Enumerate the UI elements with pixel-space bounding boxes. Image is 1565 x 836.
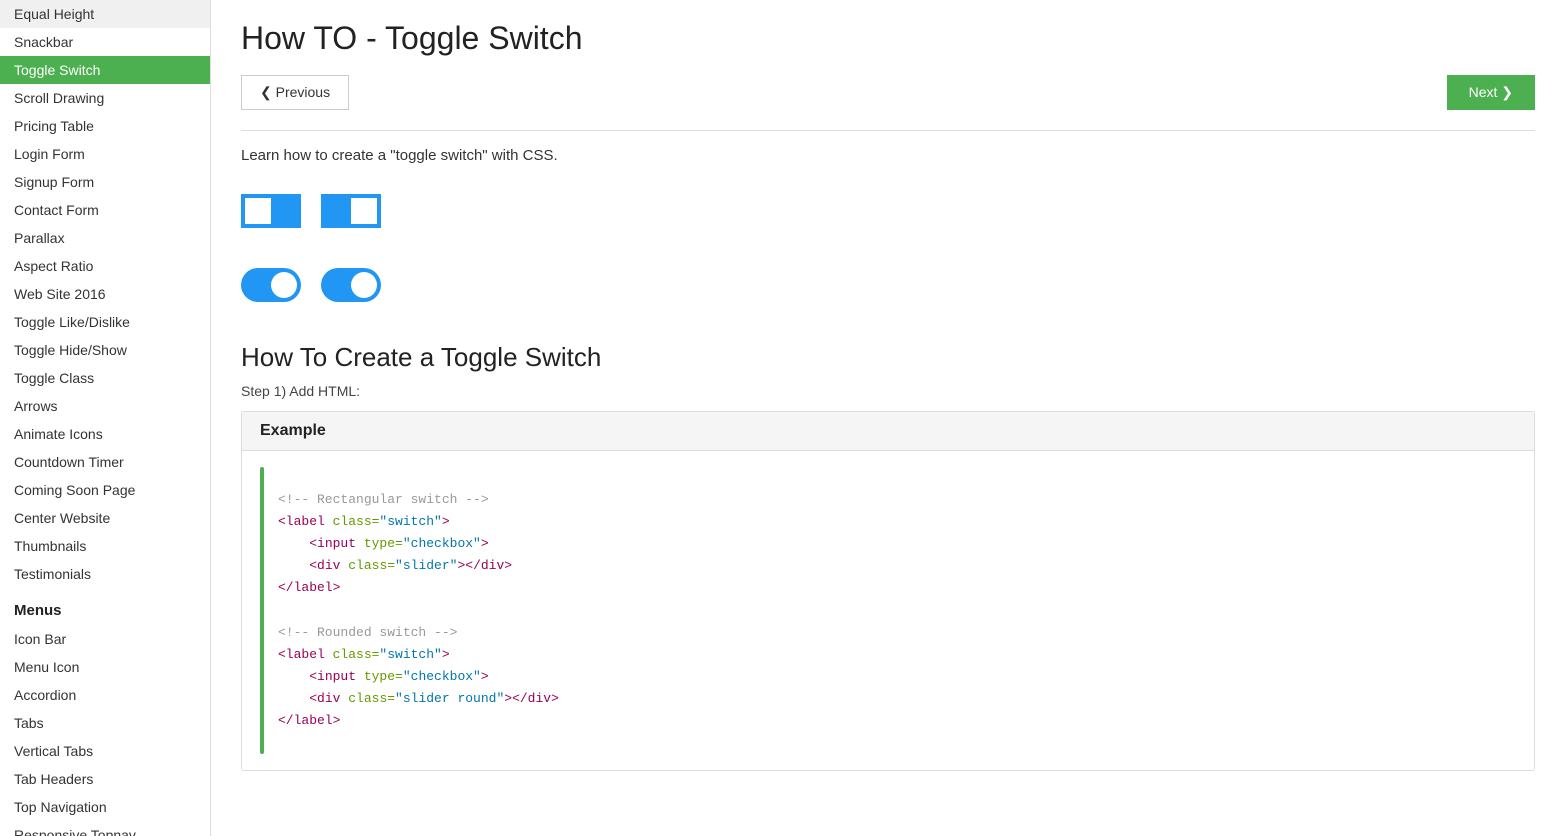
nav-buttons: ❮ Previous Next ❯ <box>241 75 1535 110</box>
sidebar-menu-item-tabs[interactable]: Tabs <box>0 709 210 737</box>
toggle-rect-on[interactable] <box>321 194 381 228</box>
example-box: Example <!-- Rectangular switch --> <lab… <box>241 411 1535 771</box>
section-title: How To Create a Toggle Switch <box>241 342 1535 373</box>
toggle-demo-area <box>241 184 1535 238</box>
code-tag-5: <label class="switch"> <box>278 647 450 662</box>
sidebar-item-contact-form[interactable]: Contact Form <box>0 196 210 224</box>
sidebar-item-aspect-ratio[interactable]: Aspect Ratio <box>0 252 210 280</box>
sidebar-menu-item-menu-icon[interactable]: Menu Icon <box>0 653 210 681</box>
sidebar-item-center-website[interactable]: Center Website <box>0 504 210 532</box>
sidebar-item-testimonials[interactable]: Testimonials <box>0 560 210 588</box>
code-tag-8: </label> <box>278 713 340 728</box>
sidebar-menu-item-top-navigation[interactable]: Top Navigation <box>0 793 210 821</box>
code-comment-1: <!-- Rectangular switch --> <box>278 492 489 507</box>
step-label: Step 1) Add HTML: <box>241 383 1535 399</box>
sidebar-item-coming-soon-page[interactable]: Coming Soon Page <box>0 476 210 504</box>
sidebar-item-pricing-table[interactable]: Pricing Table <box>0 112 210 140</box>
sidebar-items-list: Equal HeightSnackbarToggle SwitchScroll … <box>0 0 210 588</box>
code-tag-6: <input type="checkbox"> <box>309 669 488 684</box>
page-title: How TO - Toggle Switch <box>241 20 1535 57</box>
divider-1 <box>241 130 1535 131</box>
toggle-round-on2-knob <box>351 272 377 298</box>
example-body: <!-- Rectangular switch --> <label class… <box>242 451 1534 770</box>
sidebar-item-toggle-switch[interactable]: Toggle Switch <box>0 56 210 84</box>
toggle-round-demo-area <box>241 258 1535 312</box>
sidebar-item-web-site-2016[interactable]: Web Site 2016 <box>0 280 210 308</box>
code-tag-3: <div class="slider"></div> <box>309 558 512 573</box>
sidebar-item-snackbar[interactable]: Snackbar <box>0 28 210 56</box>
toggle-round-on2[interactable] <box>321 268 381 302</box>
code-block: <!-- Rectangular switch --> <label class… <box>278 467 559 754</box>
sidebar-menu-item-tab-headers[interactable]: Tab Headers <box>0 765 210 793</box>
sidebar-item-arrows[interactable]: Arrows <box>0 392 210 420</box>
sidebar-item-countdown-timer[interactable]: Countdown Timer <box>0 448 210 476</box>
toggle-round-on[interactable] <box>241 268 301 302</box>
menus-section-header: Menus <box>0 588 210 625</box>
sidebar-menu-item-responsive-topnav[interactable]: Responsive Topnav <box>0 821 210 836</box>
sidebar-menu-items-list: Icon BarMenu IconAccordionTabsVertical T… <box>0 625 210 836</box>
code-tag-2: <input type="checkbox"> <box>309 536 488 551</box>
sidebar-menu-item-icon-bar[interactable]: Icon Bar <box>0 625 210 653</box>
sidebar-item-toggle-hide/show[interactable]: Toggle Hide/Show <box>0 336 210 364</box>
code-tag-7: <div class="slider round"></div> <box>309 691 559 706</box>
toggle-rect-off[interactable] <box>241 194 301 228</box>
code-comment-2: <!-- Rounded switch --> <box>278 625 457 640</box>
subtitle: Learn how to create a "toggle switch" wi… <box>241 147 1535 164</box>
main-content: How TO - Toggle Switch ❮ Previous Next ❯… <box>211 0 1565 836</box>
code-tag-1: <label class="switch"> <box>278 514 450 529</box>
example-header: Example <box>242 412 1534 451</box>
sidebar-menu-item-vertical-tabs[interactable]: Vertical Tabs <box>0 737 210 765</box>
sidebar-item-signup-form[interactable]: Signup Form <box>0 168 210 196</box>
sidebar-item-scroll-drawing[interactable]: Scroll Drawing <box>0 84 210 112</box>
toggle-rect-on-knob <box>351 198 377 224</box>
sidebar-item-toggle-class[interactable]: Toggle Class <box>0 364 210 392</box>
sidebar: Equal HeightSnackbarToggle SwitchScroll … <box>0 0 211 836</box>
code-tag-4: </label> <box>278 580 340 595</box>
next-button[interactable]: Next ❯ <box>1447 75 1535 110</box>
toggle-round-on-knob <box>271 272 297 298</box>
sidebar-menu-item-accordion[interactable]: Accordion <box>0 681 210 709</box>
toggle-rect-off-knob <box>245 198 271 224</box>
sidebar-item-parallax[interactable]: Parallax <box>0 224 210 252</box>
sidebar-item-animate-icons[interactable]: Animate Icons <box>0 420 210 448</box>
sidebar-item-toggle-like/dislike[interactable]: Toggle Like/Dislike <box>0 308 210 336</box>
sidebar-item-equal-height[interactable]: Equal Height <box>0 0 210 28</box>
sidebar-item-thumbnails[interactable]: Thumbnails <box>0 532 210 560</box>
sidebar-item-login-form[interactable]: Login Form <box>0 140 210 168</box>
prev-button[interactable]: ❮ Previous <box>241 75 349 110</box>
code-border <box>260 467 264 754</box>
